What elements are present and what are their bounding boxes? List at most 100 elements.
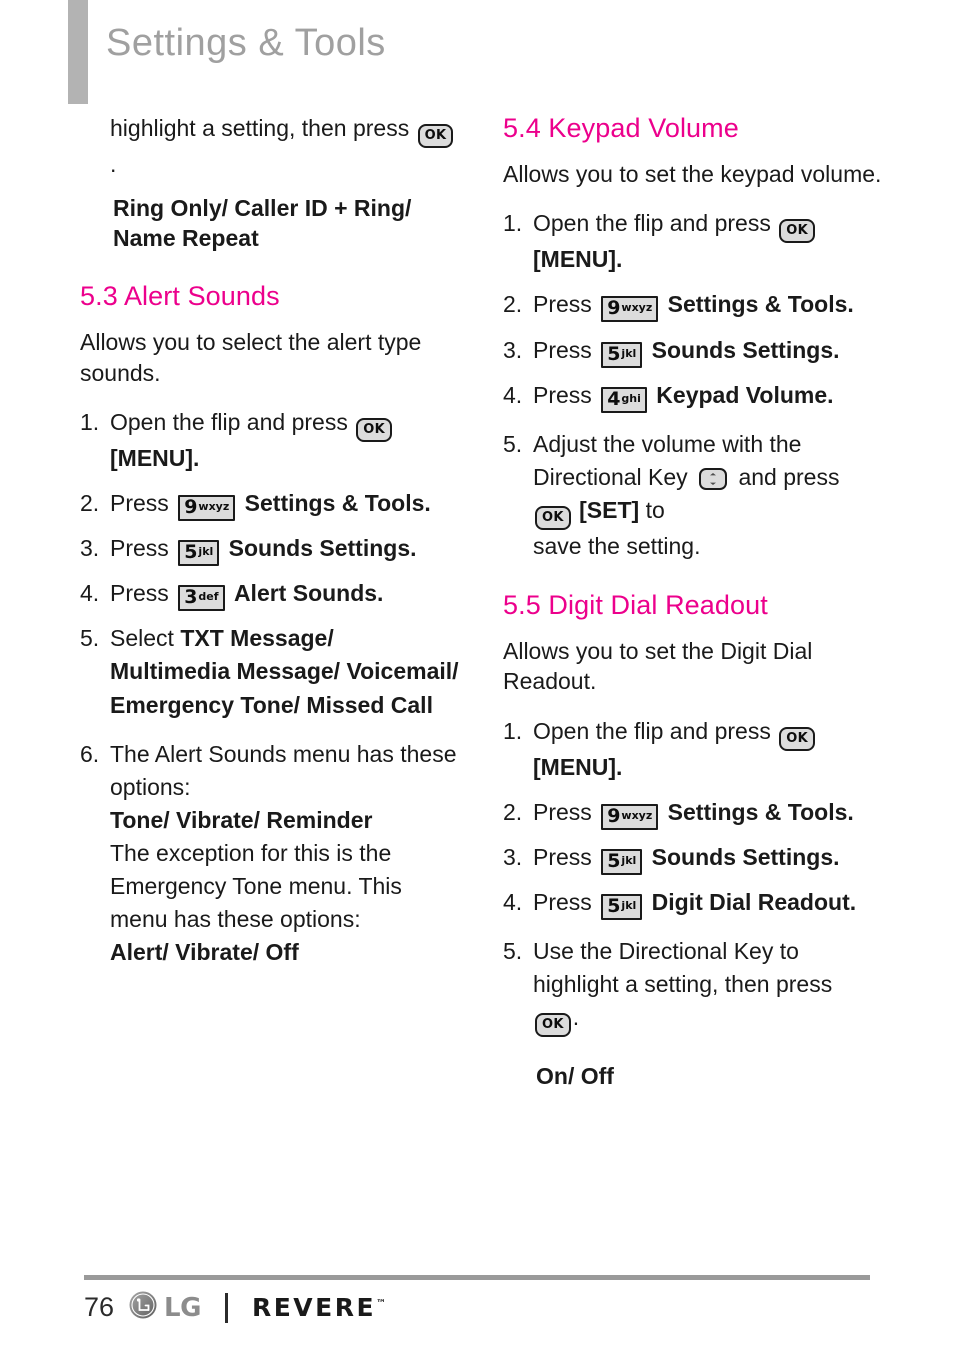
ok-key-icon: OK: [356, 417, 392, 442]
ok-key-icon: OK: [535, 505, 571, 530]
continued-options: Ring Only/ Caller ID + Ring/ Name Repeat: [113, 194, 412, 252]
ok-key-icon: OK: [779, 726, 815, 751]
right-column: 5.4 Keypad Volume Allows you to set the …: [503, 112, 883, 1110]
step-line-4: save the setting.: [533, 532, 701, 559]
step-note: The exception for this is the Emergency …: [110, 840, 402, 933]
footer-separator: [224, 1292, 228, 1323]
step-item: 6. The Alert Sounds menu has these optio…: [80, 738, 460, 970]
step-text-after: [MENU].: [533, 753, 623, 780]
step-item: 1. Open the flip and press OK [MENU].: [80, 406, 460, 475]
step-number: 3.: [503, 336, 523, 363]
continued-step-period: .: [110, 151, 117, 177]
step-text-before: Press: [533, 336, 592, 363]
step-line-1: Use the Directional Key to: [533, 938, 799, 965]
key-letters: def: [198, 590, 219, 604]
step-text-before: Open the flip and press: [533, 210, 771, 237]
lg-logo: LG: [128, 1290, 201, 1325]
step-text-after: Settings & Tools.: [244, 490, 431, 517]
step-text-after: Settings & Tools.: [667, 291, 854, 318]
key-digit: 5: [184, 541, 198, 564]
step-text-before: Press: [110, 535, 169, 562]
step-text-after: [MENU].: [110, 444, 200, 471]
step-line-3a: to: [645, 496, 665, 523]
step-number: 4.: [503, 889, 523, 916]
continued-step-label: highlight a setting, then press: [110, 115, 410, 141]
step-number: 5.: [503, 430, 523, 457]
step-item: 4. Press 5jkl Digit Dial Readout.: [503, 886, 883, 921]
section-intro-5-3: Allows you to select the alert type soun…: [80, 329, 422, 386]
footer-divider: [84, 1275, 870, 1280]
section-heading-5-3: 5.3 Alert Sounds: [80, 281, 280, 312]
step-number: 2.: [503, 291, 523, 318]
step-number: 1.: [80, 408, 100, 435]
lg-wordmark: LG: [164, 1292, 201, 1323]
key-digit: 9: [184, 496, 198, 519]
key-letters: jkl: [198, 545, 214, 559]
step-number: 1.: [503, 210, 523, 237]
step-number: 1.: [503, 717, 523, 744]
ok-key-icon: OK: [779, 219, 815, 244]
step-item: 2. Press 9wxyz Settings & Tools.: [503, 796, 883, 830]
key-letters: jkl: [621, 853, 637, 867]
step-number: 2.: [503, 798, 523, 825]
keypad-key-icon: 3def: [178, 585, 225, 612]
step-item: 5. Adjust the volume with the Directiona…: [503, 428, 883, 563]
key-letters: jkl: [621, 899, 637, 913]
step-number: 5.: [503, 938, 523, 965]
ok-key-icon: OK: [535, 1013, 571, 1038]
step-text-before: Press: [533, 291, 592, 318]
keypad-key-icon: 4ghi: [601, 386, 647, 413]
footer: 76 LG REVERE™: [84, 1290, 386, 1325]
section-intro-5-4: Allows you to set the keypad volume.: [503, 160, 882, 187]
keypad-key-icon: 5jkl: [601, 848, 643, 875]
step-text-before: Open the flip and press: [110, 408, 348, 435]
left-column: highlight a setting, then press OK. Ring…: [80, 112, 460, 981]
manual-page: Settings & Tools highlight a setting, th…: [0, 0, 954, 1372]
step-item: 1. Open the flip and press OK [MENU].: [503, 715, 883, 784]
step-text-before: Press: [110, 580, 169, 607]
step-text-before: Open the flip and press: [533, 717, 771, 744]
model-label: REVERE: [251, 1293, 377, 1322]
step-number: 3.: [503, 843, 523, 870]
keypad-key-icon: 5jkl: [601, 341, 643, 368]
step-text-before: Select: [110, 625, 174, 652]
section-heading-5-4: 5.4 Keypad Volume: [503, 113, 739, 143]
step-text-after: [MENU].: [533, 246, 623, 273]
step-period: .: [572, 1004, 580, 1031]
header-accent-bar: [68, 0, 88, 104]
page-number: 76: [84, 1292, 115, 1322]
step-text-after: Settings & Tools.: [667, 798, 854, 825]
step-item: 2. Press 9wxyz Settings & Tools.: [80, 487, 460, 522]
step-text-after: Alert Sounds.: [233, 580, 384, 607]
step-line-2b: and press: [738, 463, 840, 490]
step-text-after: Digit Dial Readout.: [651, 889, 857, 916]
step-line-2a: Directional Key: [533, 463, 688, 490]
step-number: 2.: [80, 490, 100, 517]
step-item: 4. Press 4ghi Keypad Volume.: [503, 379, 883, 413]
key-digit: 5: [607, 342, 621, 365]
key-digit: 5: [607, 895, 621, 918]
step-text-before: Press: [533, 798, 592, 825]
step-item: 1. Open the flip and press OK [MENU].: [503, 207, 883, 276]
model-name: REVERE™: [252, 1295, 386, 1320]
key-digit: 9: [607, 804, 621, 827]
step-text-after: Sounds Settings.: [651, 843, 840, 870]
key-digit: 5: [607, 849, 621, 872]
step-number: 4.: [503, 381, 523, 408]
step-item: 5. Select TXT Message/ Multimedia Messag…: [80, 622, 460, 721]
set-label: [SET]: [579, 496, 640, 523]
key-digit: 9: [607, 297, 621, 320]
step-text-after: Keypad Volume.: [656, 381, 834, 408]
step-line-1: Adjust the volume with the: [533, 430, 802, 457]
step-note-options: Alert/ Vibrate/ Off: [110, 939, 299, 966]
key-digit: 3: [184, 586, 198, 609]
step-text-before: Press: [533, 889, 592, 916]
step-item: 3. Press 5jkl Sounds Settings.: [503, 841, 883, 875]
step-item: 5. Use the Directional Key to highlight …: [503, 935, 883, 1038]
step-text-before: The Alert Sounds menu has these options:: [110, 740, 457, 800]
trademark-symbol: ™: [376, 1298, 387, 1310]
step-text-before: Press: [533, 381, 592, 408]
section-intro-5-5: Allows you to set the Digit Dial Readout…: [503, 638, 813, 695]
step-number: 6.: [80, 740, 100, 767]
key-digit: 4: [607, 387, 621, 410]
